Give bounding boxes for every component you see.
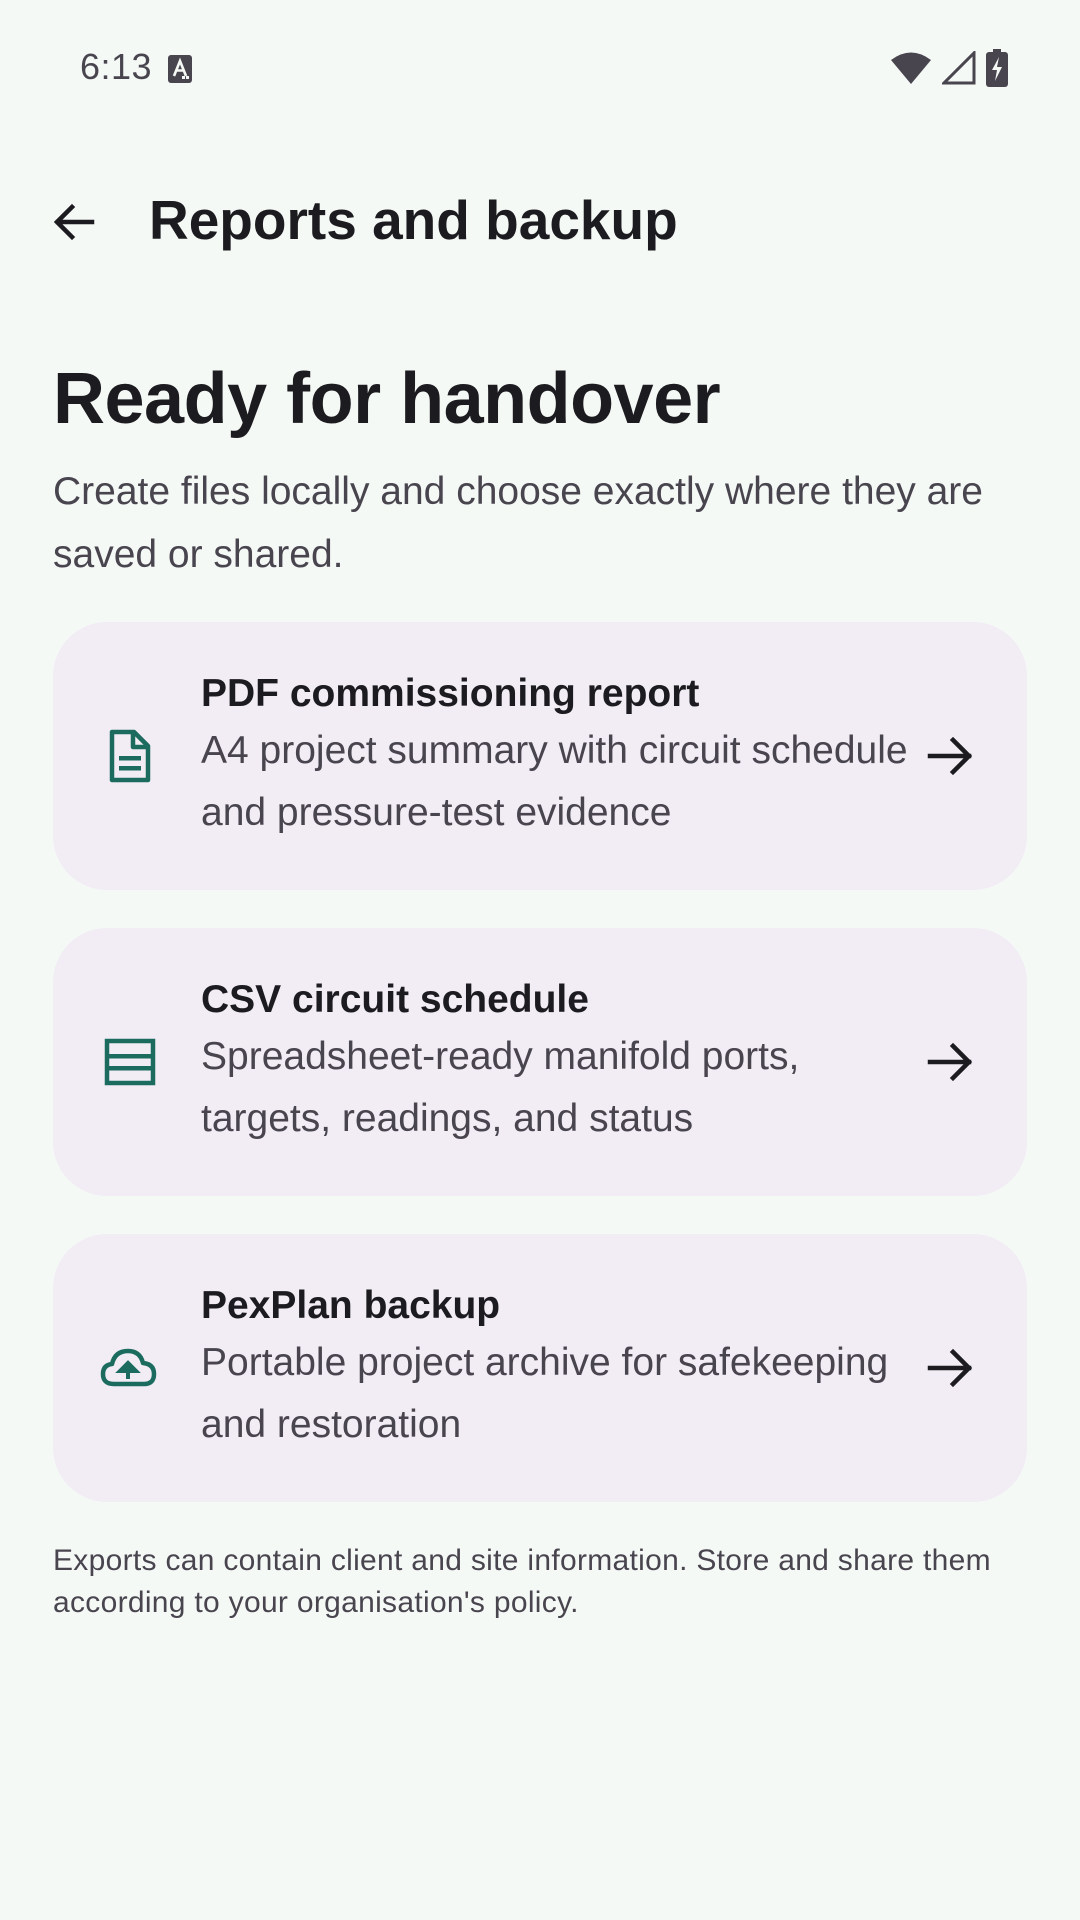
card-description: A4 project summary with circuit schedule… [201, 729, 908, 834]
arrow-forward-icon [927, 1348, 973, 1388]
table-icon [104, 1038, 156, 1086]
cloud-upload-icon [100, 1348, 157, 1387]
top-app-bar: Reports and backup [0, 160, 1080, 280]
keyboard-a-icon [168, 55, 192, 83]
arrow-forward-icon [927, 736, 973, 776]
status-bar: 6:13 [0, 0, 1080, 134]
csv-schedule-card[interactable]: CSV circuit schedule Spreadsheet-ready m… [53, 928, 1027, 1196]
status-icons [890, 48, 1008, 88]
arrow-forward-icon [927, 1042, 973, 1082]
card-description: Spreadsheet-ready manifold ports, target… [201, 1035, 800, 1140]
privacy-footnote: Exports can contain client and site info… [53, 1544, 991, 1619]
cell-signal-icon [942, 51, 976, 85]
card-description: Portable project archive for safekeeping… [201, 1341, 889, 1446]
status-time: 6:13 [80, 46, 153, 87]
document-icon [109, 729, 151, 783]
wifi-icon [891, 52, 931, 84]
back-button[interactable] [34, 182, 114, 262]
section-subtitle: Create files locally and choose exactly … [53, 470, 983, 576]
card-title: PexPlan backup [201, 1284, 501, 1327]
backup-card[interactable]: PexPlan backup Portable project archive … [53, 1234, 1027, 1502]
section-heading: Ready for handover [53, 359, 721, 439]
arrow-back-icon [53, 203, 95, 241]
battery-charging-icon [986, 49, 1008, 87]
pdf-report-card[interactable]: PDF commissioning report A4 project summ… [53, 622, 1027, 890]
card-title: CSV circuit schedule [201, 978, 589, 1021]
page-title: Reports and backup [149, 189, 678, 251]
card-title: PDF commissioning report [201, 672, 700, 715]
